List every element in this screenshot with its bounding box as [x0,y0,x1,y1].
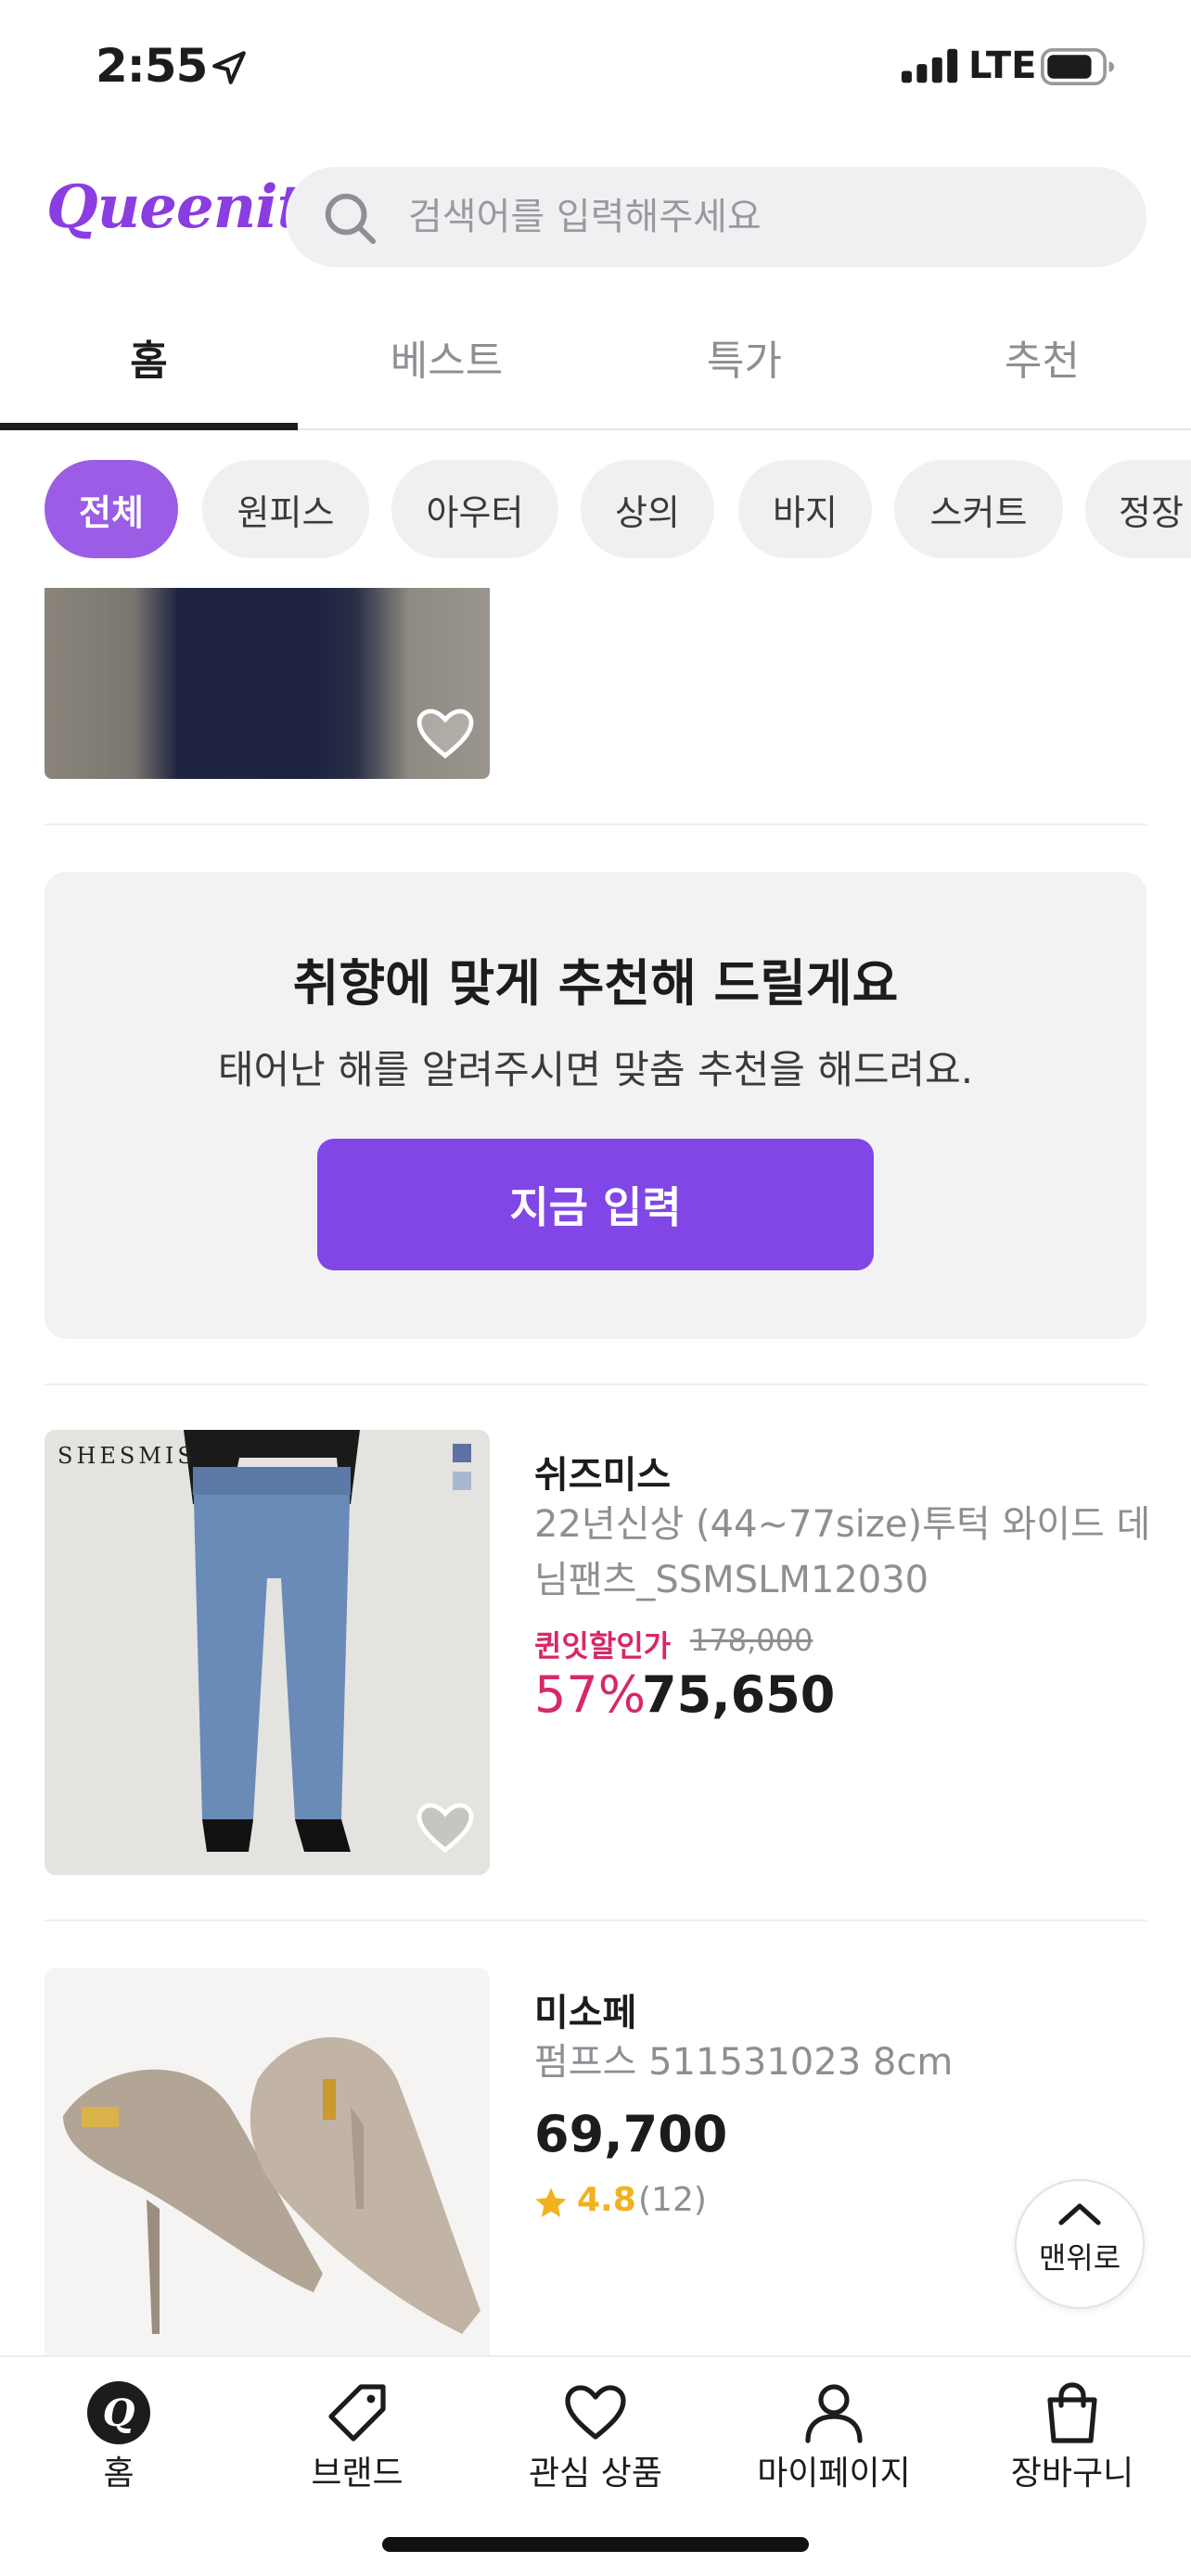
heart-icon [565,2385,626,2440]
nav-label-cart: 장바구니 [1010,2455,1134,2493]
tab-recommend[interactable]: 추천 [893,334,1191,427]
product-image-shoes[interactable] [45,1968,490,2357]
recommend-subtitle: 태어난 해를 알려주시면 맞춤 추천을 해드려요. [217,1047,974,1092]
signal-icon [902,48,958,83]
chevron-up-icon [1058,2203,1101,2225]
person-icon [805,2384,863,2443]
section-divider [45,1384,1146,1385]
discount-label: 퀸잇할인가 [534,1628,672,1664]
nav-label-wishlist: 관심 상품 [529,2455,662,2493]
review-count: (12) [638,2181,707,2219]
section-divider [45,1919,1146,1921]
product-price: 75,650 [642,1665,836,1724]
search-input[interactable] [408,189,1113,245]
product-brand[interactable]: 미소페 [534,1983,636,2036]
product-name-line: 22년신상 (44~77size)투턱 와이드 데 [534,1503,1151,1546]
home-indicator [382,2537,809,2552]
tab-home[interactable]: 홈 [0,334,298,427]
product-name[interactable]: 22년신상 (44~77size)투턱 와이드 데 님팬츠_SSMSLM1203… [534,1497,1151,1608]
product-name[interactable]: 펌프스 511531023 8cm [534,2034,953,2090]
tab-active-indicator [0,423,298,430]
enter-now-button[interactable]: 지금 입력 [317,1139,874,1270]
product-brand[interactable]: 쉬즈미스 [534,1445,671,1498]
chip-top[interactable]: 상의 [581,460,714,558]
svg-text:Q: Q [103,2391,135,2435]
chip-suit[interactable]: 정장 [1085,460,1191,558]
nav-label-mypage: 마이페이지 [757,2455,911,2493]
network-type: LTE [968,45,1037,87]
heart-icon[interactable] [416,707,475,760]
rating-value: 4.8 [577,2181,636,2219]
shopping-bag-icon [1047,2382,1097,2443]
tag-icon [328,2384,386,2442]
location-arrow-icon [212,51,246,84]
discount-percent: 57% [534,1665,647,1724]
tab-deals[interactable]: 특가 [596,334,893,427]
nav-label-brand: 브랜드 [311,2455,403,2493]
heart-icon[interactable] [416,1801,475,1855]
product-name-line: 님팬츠_SSMSLM12030 [534,1559,929,1601]
battery-icon [1041,48,1115,85]
app-logo[interactable]: Queenit [46,172,304,242]
shoes-illustration [45,1968,490,2357]
chip-outer[interactable]: 아우터 [391,460,558,558]
nav-label-home: 홈 [103,2455,134,2493]
product-price: 69,700 [534,2105,728,2163]
tab-best[interactable]: 베스트 [298,334,596,427]
image-brand-text: SHESMIS [58,1443,197,1469]
section-divider [45,823,1146,825]
star-icon [535,2187,567,2217]
chip-all[interactable]: 전체 [45,460,178,558]
recommend-title: 취향에 맞게 추천해 드릴게요 [292,954,899,1013]
home-q-icon: Q [87,2381,150,2444]
chip-pants[interactable]: 바지 [738,460,872,558]
scroll-to-top-label: 맨위로 [1038,2240,1121,2276]
search-icon [325,193,377,245]
chip-dress[interactable]: 원피스 [202,460,369,558]
chip-skirt[interactable]: 스커트 [894,460,1063,558]
original-price: 178,000 [690,1623,813,1658]
status-time: 2:55 [96,39,208,93]
